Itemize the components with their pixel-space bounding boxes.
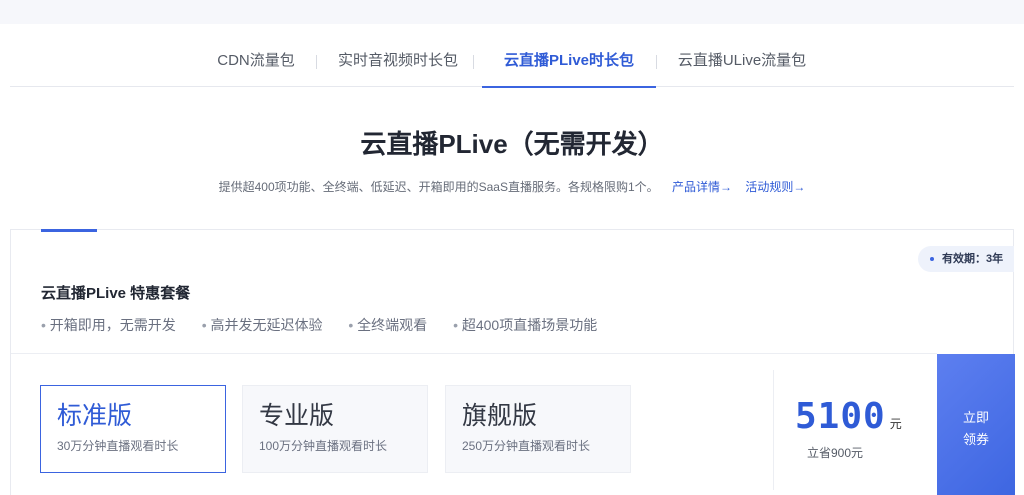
option-desc: 250万分钟直播观看时长 bbox=[462, 439, 591, 453]
option-standard[interactable]: 标准版 30万分钟直播观看时长 bbox=[40, 385, 226, 473]
price-divider bbox=[773, 370, 774, 490]
tab-separator bbox=[316, 55, 317, 69]
tab-separator bbox=[473, 55, 474, 69]
feature-item: 超400项直播场景功能 bbox=[453, 317, 597, 333]
product-tabs: CDN流量包 实时音视频时长包 云直播PLive时长包 云直播ULive流量包 bbox=[10, 24, 1014, 88]
package-card: 有效期：3年 云直播PLive 特惠套餐 开箱即用，无需开发 高并发无延迟体验 … bbox=[10, 229, 1015, 495]
option-desc: 30万分钟直播观看时长 bbox=[57, 439, 179, 453]
activity-rules-link[interactable]: 活动规则→ bbox=[745, 180, 805, 194]
price-unit: 元 bbox=[889, 417, 902, 431]
package-title: 云直播PLive 特惠套餐 bbox=[41, 285, 191, 302]
option-name: 旗舰版 bbox=[462, 402, 538, 430]
feature-item: 全终端观看 bbox=[348, 317, 427, 333]
option-desc: 100万分钟直播观看时长 bbox=[259, 439, 388, 453]
tab-cdn[interactable]: CDN流量包 bbox=[206, 24, 306, 87]
option-professional[interactable]: 专业版 100万分钟直播观看时长 bbox=[242, 385, 428, 473]
claim-label: 领券 bbox=[962, 432, 989, 447]
tab-ulive[interactable]: 云直播ULive流量包 bbox=[672, 24, 812, 87]
price: 5100 元 bbox=[795, 396, 902, 437]
option-name: 标准版 bbox=[57, 402, 133, 430]
claim-label: 立即 bbox=[962, 410, 989, 425]
top-strip bbox=[0, 0, 1024, 24]
savings-text: 立省900元 bbox=[807, 446, 864, 460]
page-subtitle: 提供超400项功能、全终端、低延迟、开箱即用的SaaS直播服务。各规格限购1个。… bbox=[0, 178, 1024, 195]
price-value: 5100 bbox=[795, 396, 886, 437]
feature-item: 高并发无延迟体验 bbox=[202, 317, 323, 333]
tab-plive[interactable]: 云直播PLive时长包 bbox=[482, 24, 656, 88]
option-name: 专业版 bbox=[259, 402, 335, 430]
tab-rtc[interactable]: 实时音视频时长包 bbox=[332, 24, 464, 87]
feature-item: 开箱即用，无需开发 bbox=[41, 317, 176, 333]
subtitle-text: 提供超400项功能、全终端、低延迟、开箱即用的SaaS直播服务。各规格限购1个。 bbox=[218, 180, 659, 194]
product-details-link[interactable]: 产品详情→ bbox=[672, 180, 732, 194]
dot-icon bbox=[930, 257, 934, 262]
validity-badge: 有效期：3年 bbox=[918, 246, 1014, 272]
tab-separator bbox=[656, 55, 657, 69]
page-title: 云直播PLive（无需开发） bbox=[360, 129, 664, 159]
claim-coupon-button[interactable]: 立即 领券 bbox=[937, 354, 1015, 495]
option-flagship[interactable]: 旗舰版 250万分钟直播观看时长 bbox=[445, 385, 631, 473]
card-divider bbox=[11, 353, 937, 354]
card-accent-bar bbox=[41, 229, 97, 232]
validity-text: 有效期：3年 bbox=[942, 253, 1004, 265]
feature-list: 开箱即用，无需开发 高并发无延迟体验 全终端观看 超400项直播场景功能 bbox=[41, 315, 619, 335]
